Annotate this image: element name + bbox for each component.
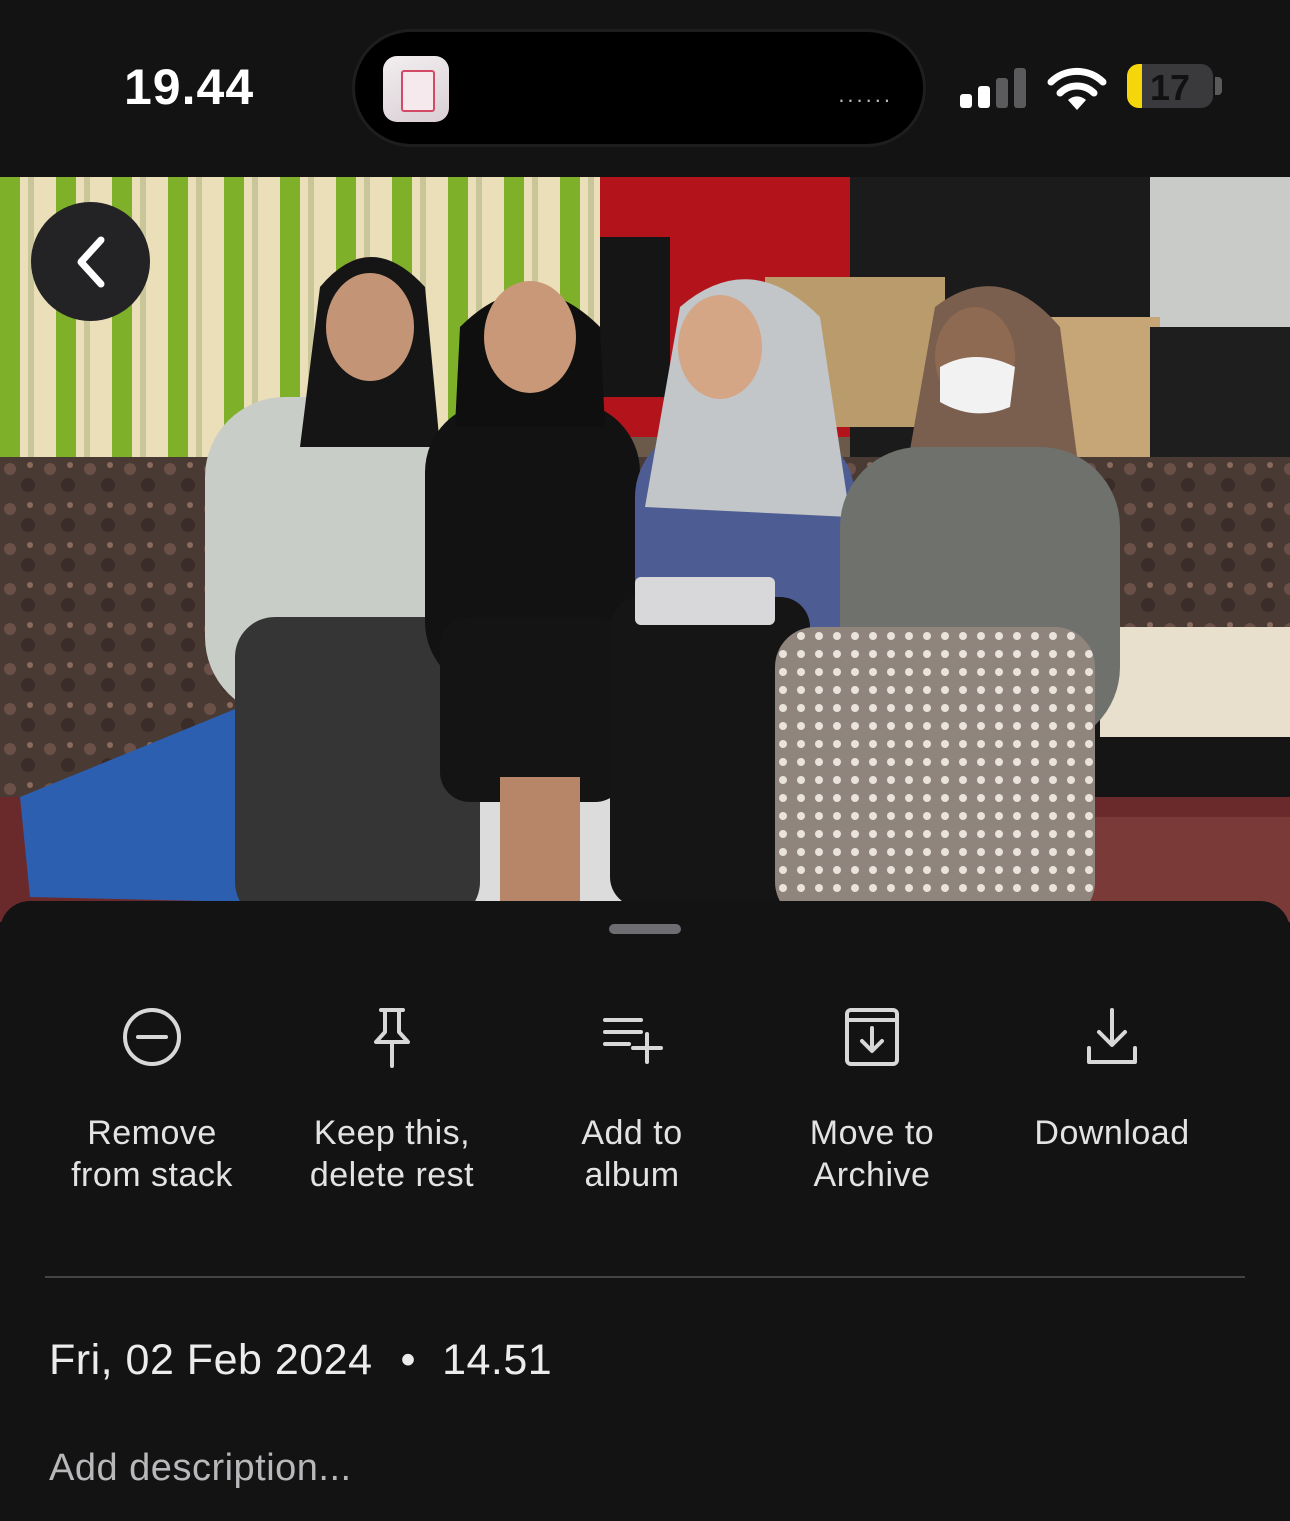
add-to-album-button[interactable]: Add to album bbox=[512, 1006, 752, 1206]
status-bar: 19.44 ...... 17 bbox=[0, 0, 1290, 177]
chevron-left-icon bbox=[77, 236, 104, 287]
download-icon bbox=[1081, 1006, 1143, 1068]
dynamic-island[interactable]: ...... bbox=[355, 32, 923, 144]
photo-info-sheet: Remove from stack Keep this, delete rest bbox=[0, 901, 1290, 1521]
download-button[interactable]: Download bbox=[992, 1006, 1232, 1206]
archive-icon bbox=[841, 1006, 903, 1068]
sheet-divider bbox=[45, 1276, 1245, 1278]
datetime-separator: • bbox=[400, 1336, 417, 1384]
move-to-archive-button[interactable]: Move to Archive bbox=[752, 1006, 992, 1206]
status-time: 19.44 bbox=[124, 59, 255, 115]
keep-this-delete-rest-label: Keep this, delete rest bbox=[309, 1114, 475, 1194]
battery-cap bbox=[1215, 77, 1222, 95]
photo-time: 14.51 bbox=[442, 1336, 553, 1384]
download-label: Download bbox=[1034, 1114, 1190, 1152]
remove-circle-icon bbox=[121, 1006, 183, 1068]
sheet-drag-handle[interactable] bbox=[609, 924, 681, 934]
remove-from-stack-button[interactable]: Remove from stack bbox=[32, 1006, 272, 1206]
add-to-album-label: Add to album bbox=[581, 1114, 683, 1194]
photo-detail-screen: 19.44 ...... 17 Remove from stack Keep t… bbox=[0, 0, 1290, 1521]
island-activity-dots: ...... bbox=[838, 82, 893, 107]
playlist-add-icon bbox=[601, 1006, 663, 1068]
remove-from-stack-label: Remove from stack bbox=[71, 1114, 233, 1194]
keep-this-delete-rest-button[interactable]: Keep this, delete rest bbox=[272, 1006, 512, 1206]
pin-icon bbox=[361, 1006, 423, 1068]
battery-level: 17 bbox=[1149, 67, 1191, 108]
wifi-icon bbox=[1047, 67, 1107, 110]
battery-icon: 17 bbox=[1127, 64, 1213, 108]
photo-date: Fri, 02 Feb 2024 bbox=[49, 1336, 373, 1384]
move-to-archive-label: Move to Archive bbox=[809, 1114, 935, 1194]
group-photo-image bbox=[0, 177, 1290, 922]
photo-view[interactable] bbox=[0, 177, 1290, 922]
back-button[interactable] bbox=[31, 202, 150, 321]
cellular-signal-icon bbox=[960, 66, 1030, 108]
add-description-field[interactable]: Add description... bbox=[49, 1447, 352, 1490]
island-app-icon bbox=[383, 56, 449, 122]
action-row: Remove from stack Keep this, delete rest bbox=[32, 1006, 1232, 1206]
photo-datetime: Fri, 02 Feb 2024 • 14.51 bbox=[49, 1336, 552, 1385]
